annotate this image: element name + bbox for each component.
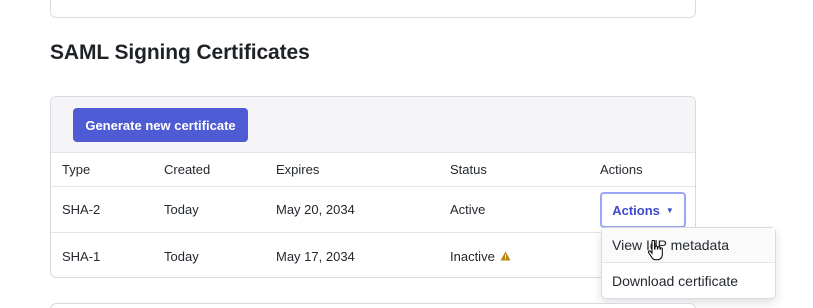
header-created: Created: [164, 162, 211, 177]
card-toolbar: Generate new certificate: [51, 97, 695, 153]
cell-status: Active: [450, 202, 486, 217]
cell-type: SHA-1: [62, 248, 101, 264]
status-text: Inactive: [450, 248, 495, 264]
header-status: Status: [450, 162, 487, 177]
table-header-row: Type Created Expires Status Actions: [51, 153, 695, 187]
cell-expires: May 20, 2034: [276, 202, 355, 217]
table-row: SHA-1 Today May 17, 2034 Inactive: [51, 233, 695, 277]
caret-down-icon: ▼: [665, 205, 674, 215]
next-panel: [50, 303, 696, 308]
warning-triangle-icon: [500, 251, 511, 261]
actions-dropdown-button[interactable]: Actions ▼: [600, 192, 686, 228]
hand-pointer-icon: [647, 240, 663, 261]
page: SAML Signing Certificates Generate new c…: [0, 0, 813, 308]
table-row: SHA-2 Today May 20, 2034 Active Actions …: [51, 187, 695, 233]
actions-dropdown-menu: View IdP metadata Download certificate: [601, 227, 776, 299]
cell-status-inactive: Inactive: [450, 233, 511, 277]
header-expires: Expires: [276, 162, 320, 177]
previous-panel: [50, 0, 696, 18]
certificates-card: Generate new certificate Type Created Ex…: [50, 96, 696, 278]
cell-type: SHA-2: [62, 202, 101, 217]
cell-expires: May 17, 2034: [276, 248, 355, 264]
header-actions: Actions: [600, 162, 643, 177]
actions-button-label: Actions: [612, 202, 660, 218]
generate-certificate-button[interactable]: Generate new certificate: [73, 108, 248, 142]
section-title: SAML Signing Certificates: [50, 41, 310, 64]
menu-item-download-certificate[interactable]: Download certificate: [602, 263, 775, 298]
header-type: Type: [62, 162, 91, 177]
menu-item-view-idp-metadata[interactable]: View IdP metadata: [602, 228, 775, 263]
cell-created: Today: [164, 248, 199, 264]
cell-created: Today: [164, 202, 199, 217]
